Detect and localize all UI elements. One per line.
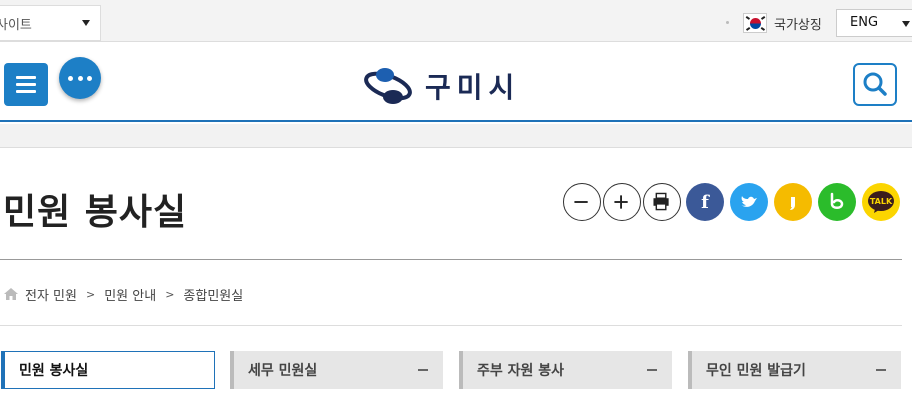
kakao-story-share-button[interactable] [774, 183, 812, 221]
separator-dot [726, 21, 729, 24]
menu-button[interactable] [4, 63, 48, 106]
tab-housewife-volunteer[interactable]: 주부 자원 봉사 [459, 351, 672, 389]
kakao-talk-share-button[interactable]: TALK [862, 183, 900, 221]
national-symbol-link[interactable]: 국가상징 [774, 14, 822, 33]
minus-icon [574, 201, 588, 203]
minus-icon [876, 369, 886, 371]
tab-label: 민원 봉사실 [19, 363, 89, 379]
zoom-out-button[interactable] [563, 183, 601, 221]
facebook-share-button[interactable]: f [686, 183, 724, 221]
chevron-right-icon: > [85, 287, 96, 301]
tab-civil-service-office[interactable]: 민원 봉사실 [1, 351, 215, 389]
korea-flag-icon[interactable] [743, 13, 767, 33]
band-icon [830, 192, 844, 209]
twitter-share-button[interactable] [730, 183, 768, 221]
tab-label: 세무 민원실 [248, 363, 318, 379]
twitter-icon [741, 196, 757, 207]
tab-label: 주부 자원 봉사 [477, 363, 565, 379]
breadcrumb-item[interactable]: 민원 안내 [104, 285, 156, 304]
search-icon [863, 72, 887, 96]
utility-bar: 사이트 국가상징 ENG [0, 0, 912, 42]
facebook-icon: f [701, 191, 709, 213]
breadcrumb-item[interactable]: 전자 민원 [25, 285, 77, 304]
band-share-button[interactable] [818, 183, 856, 221]
zoom-in-button[interactable] [603, 183, 641, 221]
site-header: 구미시 [0, 42, 912, 122]
tab-label: 무인 민원 발급기 [706, 363, 806, 379]
gnb-strip [0, 124, 912, 148]
tab-unmanned-kiosk[interactable]: 무인 민원 발급기 [688, 351, 901, 389]
city-logo[interactable]: 구미시 [363, 64, 520, 108]
language-select-value: ENG [850, 15, 879, 30]
minus-icon [647, 369, 657, 371]
print-button[interactable] [643, 183, 681, 221]
minus-icon [418, 369, 428, 371]
breadcrumb-item-current[interactable]: 종합민원실 [183, 285, 243, 304]
plus-icon [614, 195, 628, 209]
logo-text: 구미시 [425, 71, 521, 104]
breadcrumb: 전자 민원 > 민원 안내 > 종합민원실 [4, 285, 243, 304]
title-divider [0, 259, 902, 260]
kakao-story-icon [790, 197, 795, 210]
language-select[interactable]: ENG [836, 9, 912, 37]
kakao-talk-label: TALK [869, 196, 893, 206]
home-icon[interactable] [4, 288, 18, 300]
page-title: 민원 봉사실 [3, 192, 188, 233]
site-select-value: 사이트 [0, 17, 32, 33]
search-button[interactable] [853, 63, 897, 106]
tab-tax-civil-office[interactable]: 세무 민원실 [230, 351, 443, 389]
printer-icon [653, 192, 669, 211]
chevron-right-icon: > [165, 287, 175, 301]
breadcrumb-divider [0, 325, 902, 326]
more-button[interactable] [59, 57, 101, 99]
city-emblem-icon [364, 68, 412, 104]
chevron-down-icon [82, 20, 90, 26]
chevron-down-icon [902, 21, 910, 27]
site-select[interactable]: 사이트 [0, 5, 101, 41]
